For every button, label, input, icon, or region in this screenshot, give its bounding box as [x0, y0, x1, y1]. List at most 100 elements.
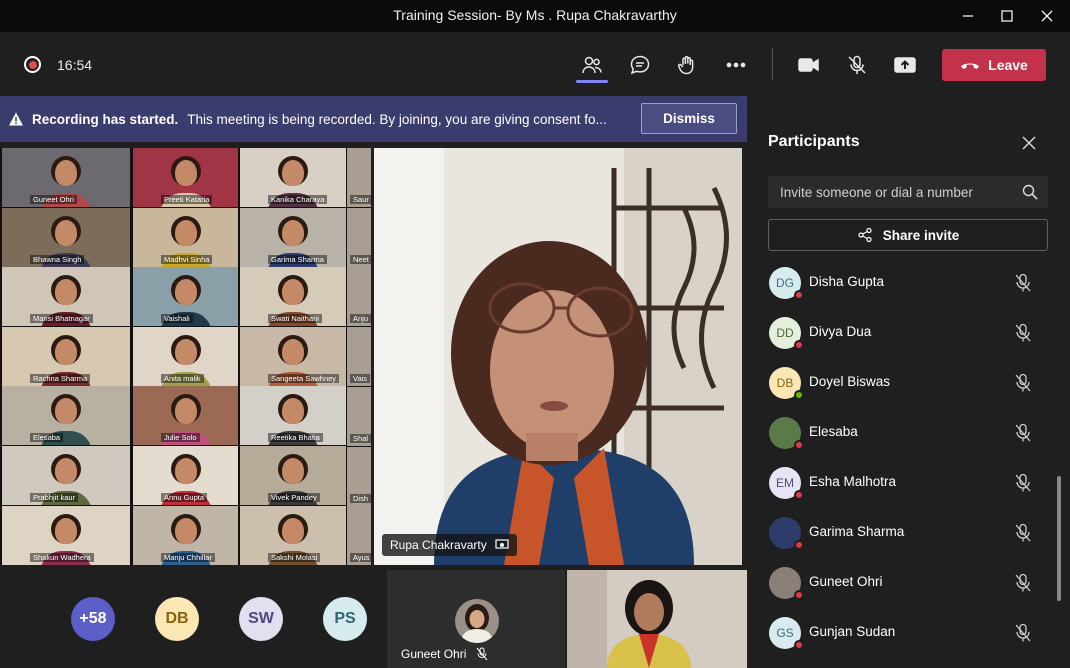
speaker-name: Rupa Chakravarty	[390, 538, 487, 552]
gallery-name-label: Sangeeta Sawhney	[268, 374, 340, 383]
participant-face	[282, 159, 304, 186]
mic-button[interactable]	[842, 50, 872, 80]
strip-avatar[interactable]: SW	[239, 597, 283, 641]
gallery-participant-tile: Bhawna Singh	[2, 208, 130, 267]
raise-hand-button[interactable]	[672, 50, 702, 80]
warning-icon	[9, 112, 23, 126]
chat-icon	[630, 55, 650, 75]
gallery-participant-tile: Preeti Kataria	[133, 148, 238, 207]
gallery-participant-tile: Elesaba	[2, 386, 130, 445]
participant-avatar: EM	[769, 467, 804, 500]
gallery-video-grid: Guneet Ohri Preeti Kataria Kanika Charaya B…	[0, 148, 371, 565]
participant-face	[174, 397, 197, 424]
strip-avatar[interactable]: DB	[155, 597, 199, 641]
meeting-toolbar: 16:54 Leave	[0, 32, 1070, 96]
gallery-edge-tile: Neet	[347, 207, 371, 267]
participant-row[interactable]: Guneet Ohri	[750, 558, 1070, 608]
mic-off-icon	[1015, 273, 1031, 292]
participant-row[interactable]: DG Disha Gupta	[750, 258, 1070, 308]
participant-row[interactable]: Garima Sharma	[750, 508, 1070, 558]
participant-list: DG Disha Gupta DD Divya Dua DB Doyel Biswas El…	[750, 258, 1070, 658]
presence-status-icon	[794, 540, 804, 550]
gallery-edge-tile: Ayus	[347, 506, 371, 565]
participant-row[interactable]: GS Gunjan Sudan	[750, 608, 1070, 658]
meeting-timer: 16:54	[57, 57, 93, 73]
profile-photo	[455, 599, 499, 643]
strip-avatar[interactable]: PS	[323, 597, 367, 641]
gallery-edge-label: Shal	[350, 433, 371, 443]
participants-icon	[582, 56, 602, 74]
participant-mic-button[interactable]	[1014, 523, 1032, 548]
presence-status-icon	[794, 590, 804, 600]
participant-name: Elesaba	[809, 424, 858, 439]
dismiss-button[interactable]: Dismiss	[641, 103, 737, 134]
overflow-participants-count[interactable]: +58	[71, 597, 115, 641]
participant-mic-button[interactable]	[1014, 273, 1032, 298]
more-actions-button[interactable]	[721, 50, 751, 80]
gallery-participant-tile: Manju Chhillar	[133, 506, 238, 565]
participant-row[interactable]: EM Esha Malhotra	[750, 458, 1070, 508]
camera-button[interactable]	[794, 50, 824, 80]
participant-face	[55, 457, 77, 484]
participant-face	[174, 517, 197, 544]
maximize-button[interactable]	[987, 0, 1027, 32]
toolbar-separator	[772, 48, 773, 80]
gallery-name-label: Vaishali	[161, 314, 193, 323]
close-icon	[1022, 136, 1036, 150]
participant-tile[interactable]: Guneet Ohri	[387, 570, 565, 668]
participant-mic-button[interactable]	[1014, 473, 1032, 498]
participant-mic-button[interactable]	[1014, 623, 1032, 648]
mic-off-icon	[1015, 373, 1031, 392]
mic-off-icon	[476, 647, 488, 661]
gallery-edge-label: Dish	[350, 493, 371, 503]
participant-name: Esha Malhotra	[809, 474, 897, 489]
participant-name: Divya Dua	[809, 324, 872, 339]
banner-title: Recording has started.	[32, 111, 179, 127]
share-screen-button[interactable]	[890, 50, 920, 80]
gallery-name-label: Manju Chhillar	[161, 553, 215, 562]
participants-panel: Participants Invite someone or dial a nu…	[750, 96, 1070, 668]
share-invite-button[interactable]: Share invite	[768, 219, 1048, 251]
recording-indicator-icon	[24, 56, 41, 73]
title-bar: Training Session- By Ms . Rupa Chakravar…	[0, 0, 1070, 32]
search-icon	[1022, 184, 1038, 200]
gallery-participant-tile: Vivek Pandey	[240, 446, 346, 505]
participant-face	[55, 397, 77, 424]
speaker-name-tag: Rupa Chakravarty	[382, 534, 517, 556]
close-window-button[interactable]	[1027, 0, 1067, 32]
participant-avatar: DG	[769, 267, 804, 300]
participants-button[interactable]	[577, 50, 607, 80]
invite-search-input[interactable]: Invite someone or dial a number	[768, 176, 1048, 208]
close-panel-button[interactable]	[1022, 136, 1036, 155]
participant-mic-button[interactable]	[1014, 323, 1032, 348]
participant-row[interactable]: DB Doyel Biswas	[750, 358, 1070, 408]
minimize-button[interactable]	[948, 0, 988, 32]
participant-name: Guneet Ohri	[809, 574, 883, 589]
presence-status-icon	[794, 440, 804, 450]
participant-face	[282, 397, 304, 424]
tile-name-label: Guneet Ohri	[401, 647, 488, 661]
gallery-participant-tile: Swati Naithani	[240, 267, 346, 326]
self-video-tile[interactable]	[567, 570, 747, 668]
participant-face	[174, 278, 197, 305]
gallery-name-label: Anita malik	[161, 374, 204, 383]
tile-name: Guneet Ohri	[401, 647, 467, 661]
presence-status-icon	[794, 390, 804, 400]
participant-mic-button[interactable]	[1014, 373, 1032, 398]
participant-face	[282, 278, 304, 305]
gallery-name-label: Reetika Bhatia	[268, 433, 323, 442]
participant-mic-button[interactable]	[1014, 573, 1032, 598]
leave-button[interactable]: Leave	[942, 49, 1046, 81]
gallery-edge-label: Neet	[350, 254, 371, 264]
gallery-participant-tile: Annu Gupta	[133, 446, 238, 505]
chat-button[interactable]	[625, 50, 655, 80]
participant-face	[282, 457, 304, 484]
phone-hangup-icon	[961, 63, 980, 69]
gallery-name-label: Mansi Bhatnagar	[30, 314, 93, 323]
participant-row[interactable]: DD Divya Dua	[750, 308, 1070, 358]
participant-list-scrollbar[interactable]	[1057, 476, 1061, 601]
gallery-edge-tile: Anju	[347, 267, 371, 327]
participant-mic-button[interactable]	[1014, 423, 1032, 448]
gallery-participant-tile: Madhvi Sinha	[133, 208, 238, 267]
participant-row[interactable]: Elesaba	[750, 408, 1070, 458]
